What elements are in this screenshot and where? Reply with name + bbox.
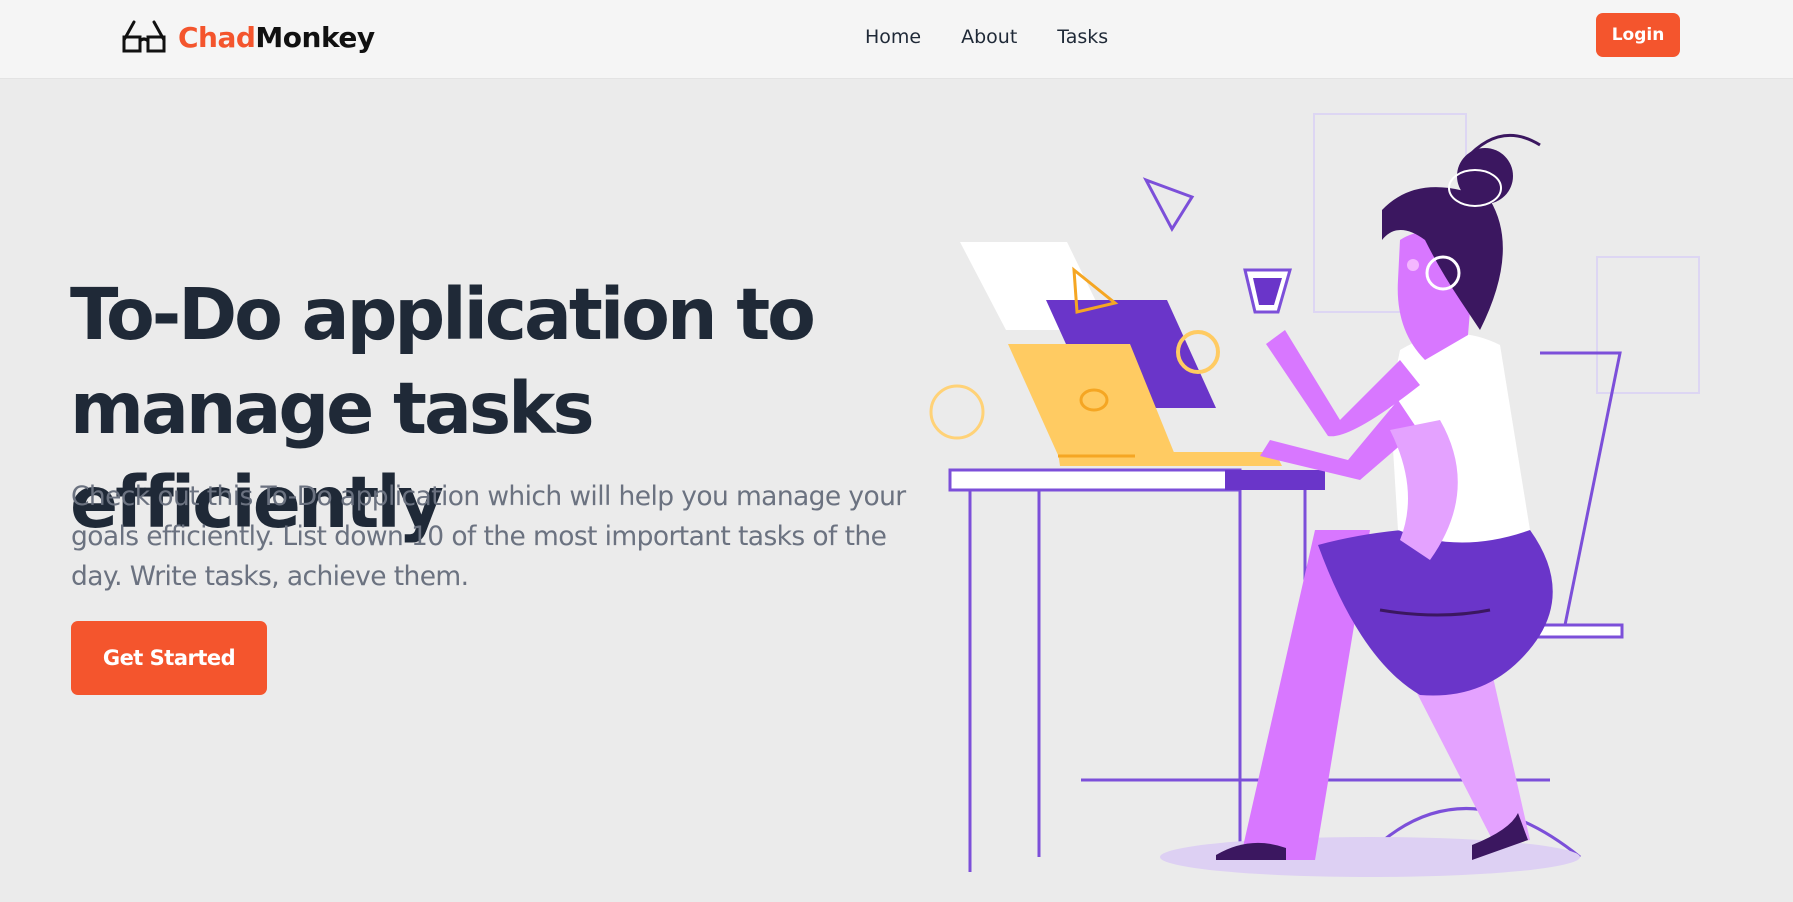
nav-link-home[interactable]: Home: [865, 24, 921, 50]
nav-link-about[interactable]: About: [961, 24, 1017, 50]
glasses-icon: [122, 20, 166, 53]
nav-link-tasks[interactable]: Tasks: [1057, 24, 1108, 50]
desk-top: [948, 468, 1242, 492]
hero-illustration: [929, 113, 1700, 877]
get-started-button[interactable]: Get Started: [71, 621, 267, 695]
circle-shape: [929, 384, 985, 440]
picture-frame-small: [1596, 256, 1700, 394]
brand-name-part2: Monkey: [255, 21, 375, 54]
skirt: [1318, 527, 1553, 696]
brand-name: ChadMonkey: [178, 24, 375, 52]
triangle-shape: [1142, 177, 1195, 233]
nav-menu: Home About Tasks: [865, 24, 1108, 50]
brand-logo[interactable]: ChadMonkey: [122, 18, 375, 58]
brand-name-part1: Chad: [178, 21, 256, 54]
login-button[interactable]: Login: [1596, 13, 1680, 57]
laptop-base: [1058, 452, 1282, 466]
hero-description: Check out this To-Do application which w…: [71, 481, 906, 592]
navbar: ChadMonkey Home About Tasks Login: [0, 0, 1793, 78]
